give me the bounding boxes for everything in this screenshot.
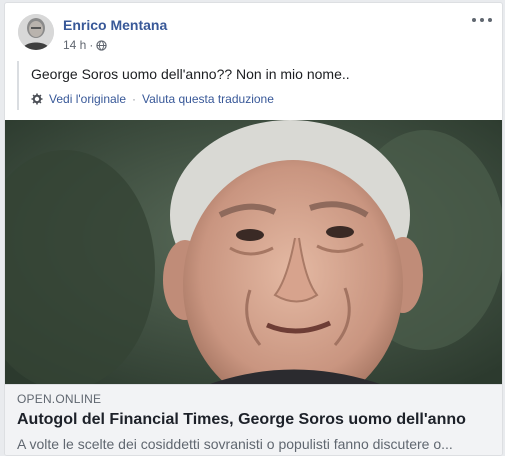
link-title[interactable]: Autogol del Financial Times, George Soro… <box>17 411 490 429</box>
avatar-photo <box>18 14 54 50</box>
portrait-photo <box>5 120 502 384</box>
link-preview[interactable]: OPEN.ONLINE Autogol del Financial Times,… <box>5 384 502 455</box>
post-card: Enrico Mentana 14 h · George Soros uomo … <box>4 2 503 456</box>
post-body: George Soros uomo dell'anno?? Non in mio… <box>17 61 491 110</box>
globe-icon[interactable] <box>96 39 108 51</box>
link-domain: OPEN.ONLINE <box>17 392 102 406</box>
gear-icon[interactable] <box>31 93 43 105</box>
rate-translation-link[interactable]: Valuta questa traduzione <box>142 92 274 106</box>
translation-row: Vedi l'originale · Valuta questa traduzi… <box>31 92 491 110</box>
avatar[interactable] <box>18 14 54 50</box>
see-original-link[interactable]: Vedi l'originale <box>49 92 126 106</box>
more-options-icon[interactable] <box>472 13 492 27</box>
link-preview-image[interactable] <box>5 120 502 384</box>
post-text: George Soros uomo dell'anno?? Non in mio… <box>31 66 350 82</box>
separator: · <box>132 92 137 106</box>
link-description: A volte le scelte dei cosiddetti sovrani… <box>17 436 453 452</box>
post-meta: 14 h · <box>63 38 108 52</box>
author-name[interactable]: Enrico Mentana <box>63 17 167 33</box>
post-time[interactable]: 14 h <box>63 38 86 52</box>
